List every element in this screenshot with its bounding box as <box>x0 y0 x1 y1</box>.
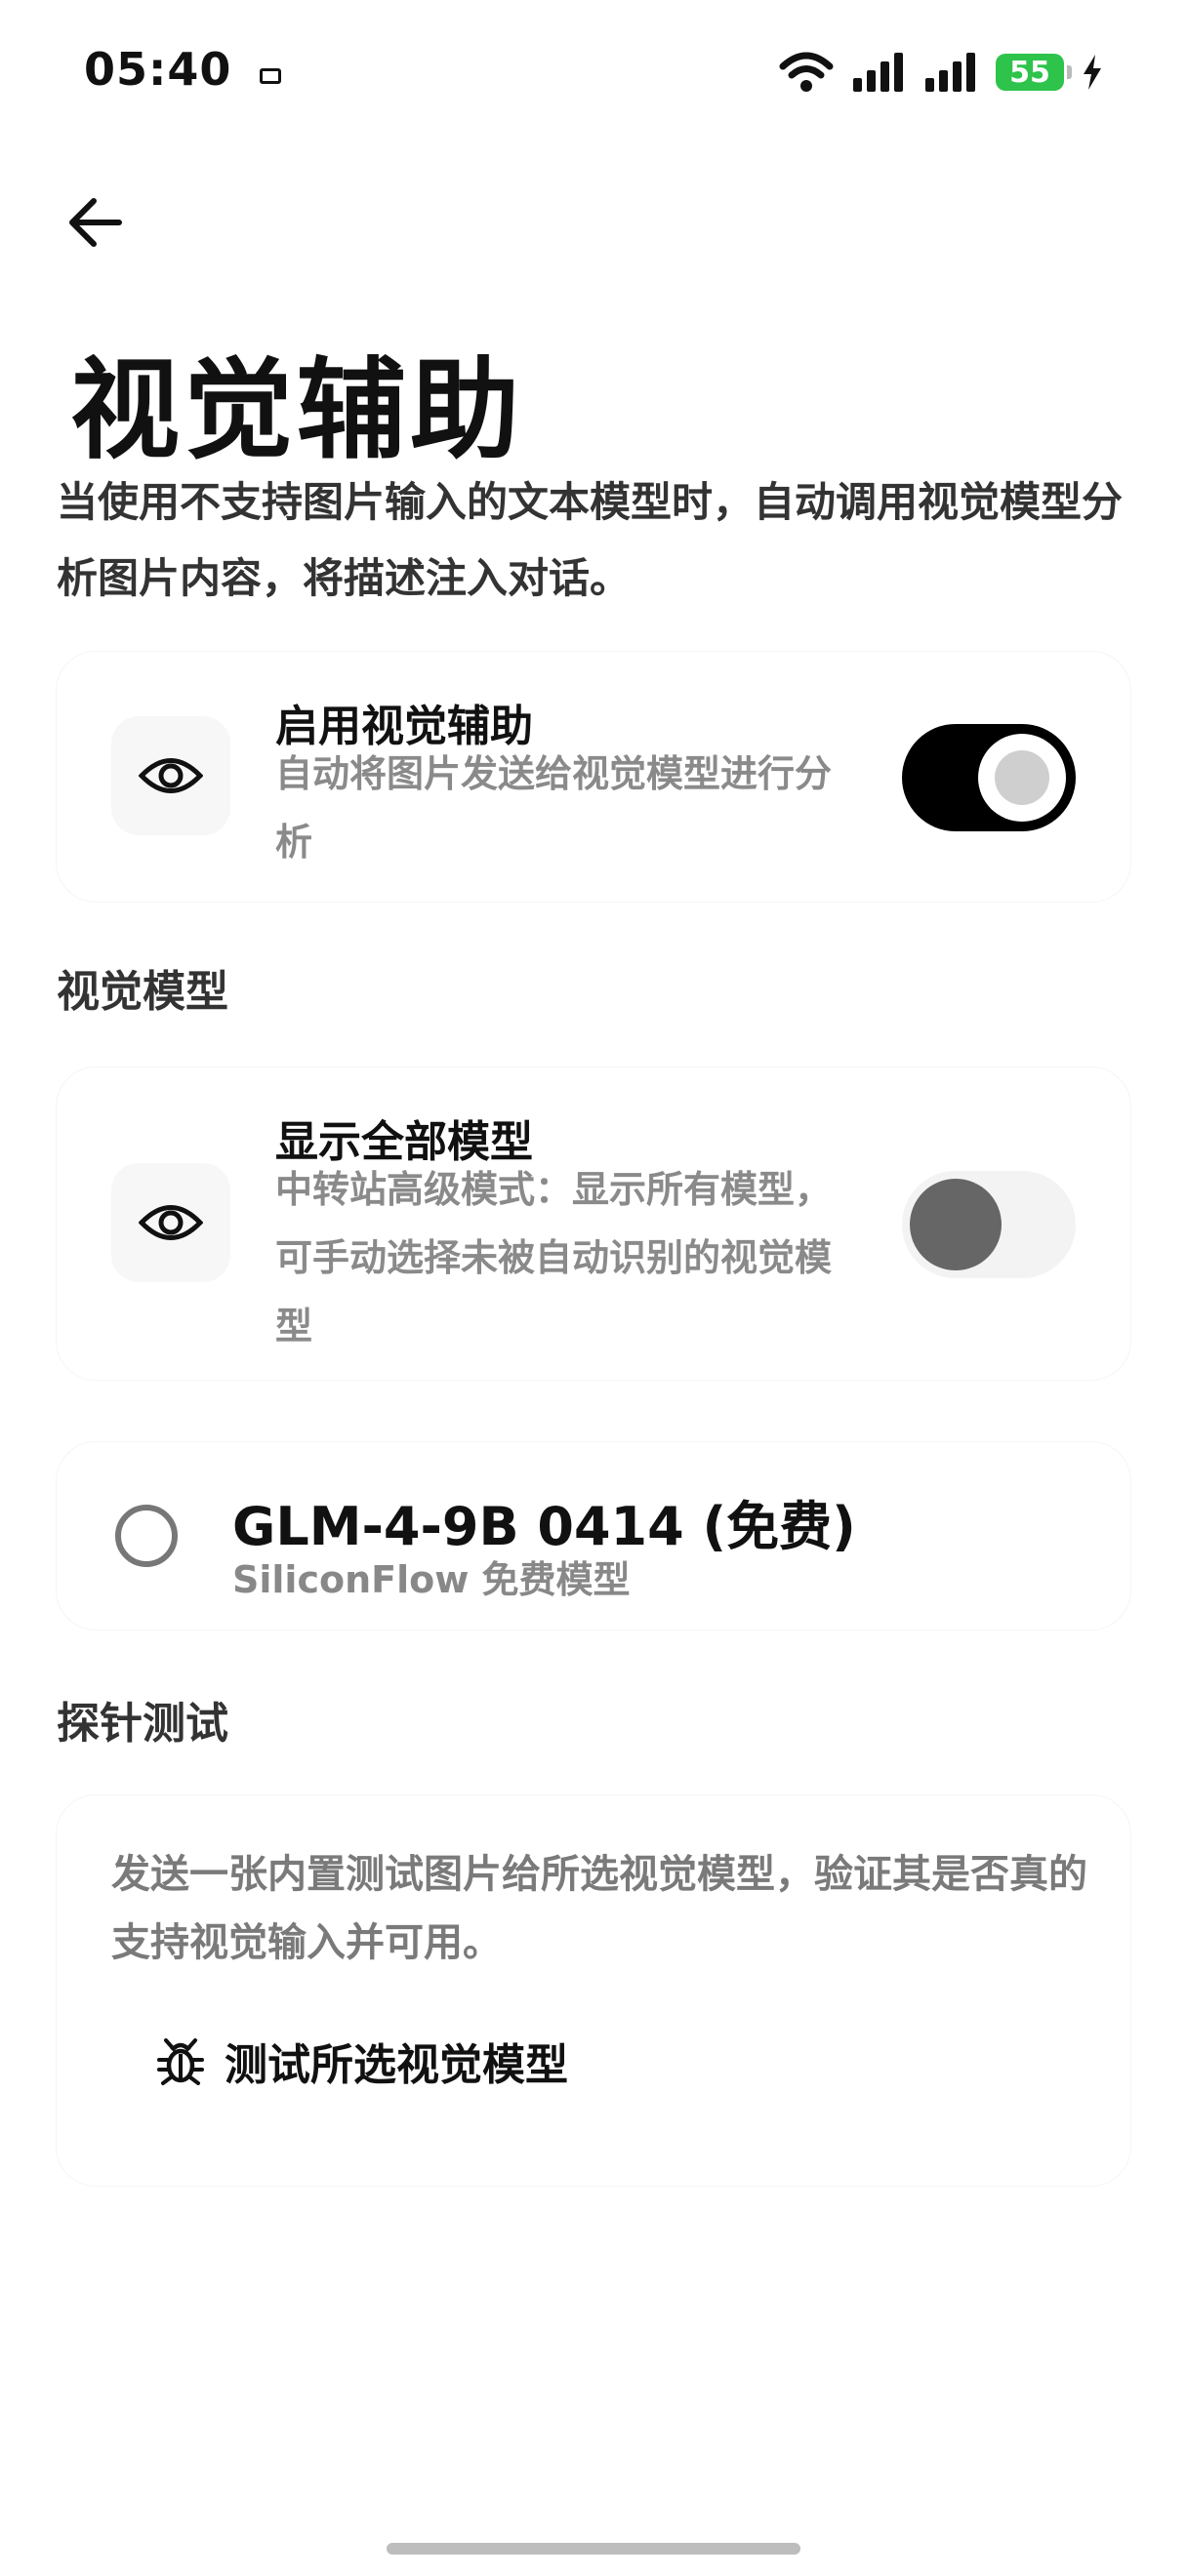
toggle-knob <box>978 734 1066 822</box>
sim-icon <box>260 68 281 84</box>
enable-vision-toggle[interactable] <box>902 724 1076 831</box>
show-all-models-card[interactable]: 显示全部模型 中转站高级模式：显示所有模型，可手动选择未被自动识别的视觉模型 <box>57 1067 1130 1380</box>
eye-icon-box <box>111 716 230 835</box>
status-time: 05:40 <box>84 43 232 96</box>
charging-bolt-icon <box>1084 55 1101 90</box>
battery-indicator: 55 <box>996 54 1072 91</box>
status-icons: 55 <box>779 51 1103 94</box>
battery-level: 55 <box>1009 55 1050 90</box>
arrow-left-icon[interactable] <box>64 191 127 254</box>
test-vision-model-button[interactable]: 测试所选视觉模型 <box>154 2030 568 2092</box>
probe-description: 发送一张内置测试图片给所选视觉模型，验证其是否真的支持视觉输入并可用。 <box>111 1852 1087 1965</box>
page-description: 当使用不支持图片输入的文本模型时，自动调用视觉模型分析图片内容，将描述注入对话。 <box>57 478 1124 602</box>
probe-card: 发送一张内置测试图片给所选视觉模型，验证其是否真的支持视觉输入并可用。 测试所选… <box>57 1795 1130 2186</box>
bug-icon <box>157 2038 204 2085</box>
eye-icon <box>139 1205 203 1240</box>
vision-model-section-label: 视觉模型 <box>57 967 228 1017</box>
toggle-knob <box>910 1179 1002 1270</box>
enable-vision-card[interactable]: 启用视觉辅助 自动将图片发送给视觉模型进行分析 <box>57 652 1130 902</box>
eye-icon <box>139 758 203 793</box>
show-all-models-toggle[interactable] <box>902 1171 1076 1278</box>
eye-icon-box <box>111 1163 230 1282</box>
probe-section-label: 探针测试 <box>57 1699 228 1749</box>
home-indicator[interactable] <box>387 2543 800 2555</box>
enable-vision-subtitle: 自动将图片发送给视觉模型进行分析 <box>275 752 833 864</box>
model-provider: SiliconFlow 免费模型 <box>232 1558 631 1601</box>
wifi-icon <box>779 52 834 92</box>
model-radio[interactable] <box>115 1505 178 1567</box>
test-vision-model-label: 测试所选视觉模型 <box>225 2040 568 2090</box>
show-all-models-subtitle: 中转站高级模式：显示所有模型，可手动选择未被自动识别的视觉模型 <box>275 1168 833 1348</box>
signal-icon <box>853 53 903 92</box>
signal-icon-2 <box>925 53 975 92</box>
page-title: 视觉辅助 <box>70 347 523 474</box>
model-option[interactable]: GLM-4-9B 0414 (免费) SiliconFlow 免费模型 <box>57 1442 1130 1630</box>
